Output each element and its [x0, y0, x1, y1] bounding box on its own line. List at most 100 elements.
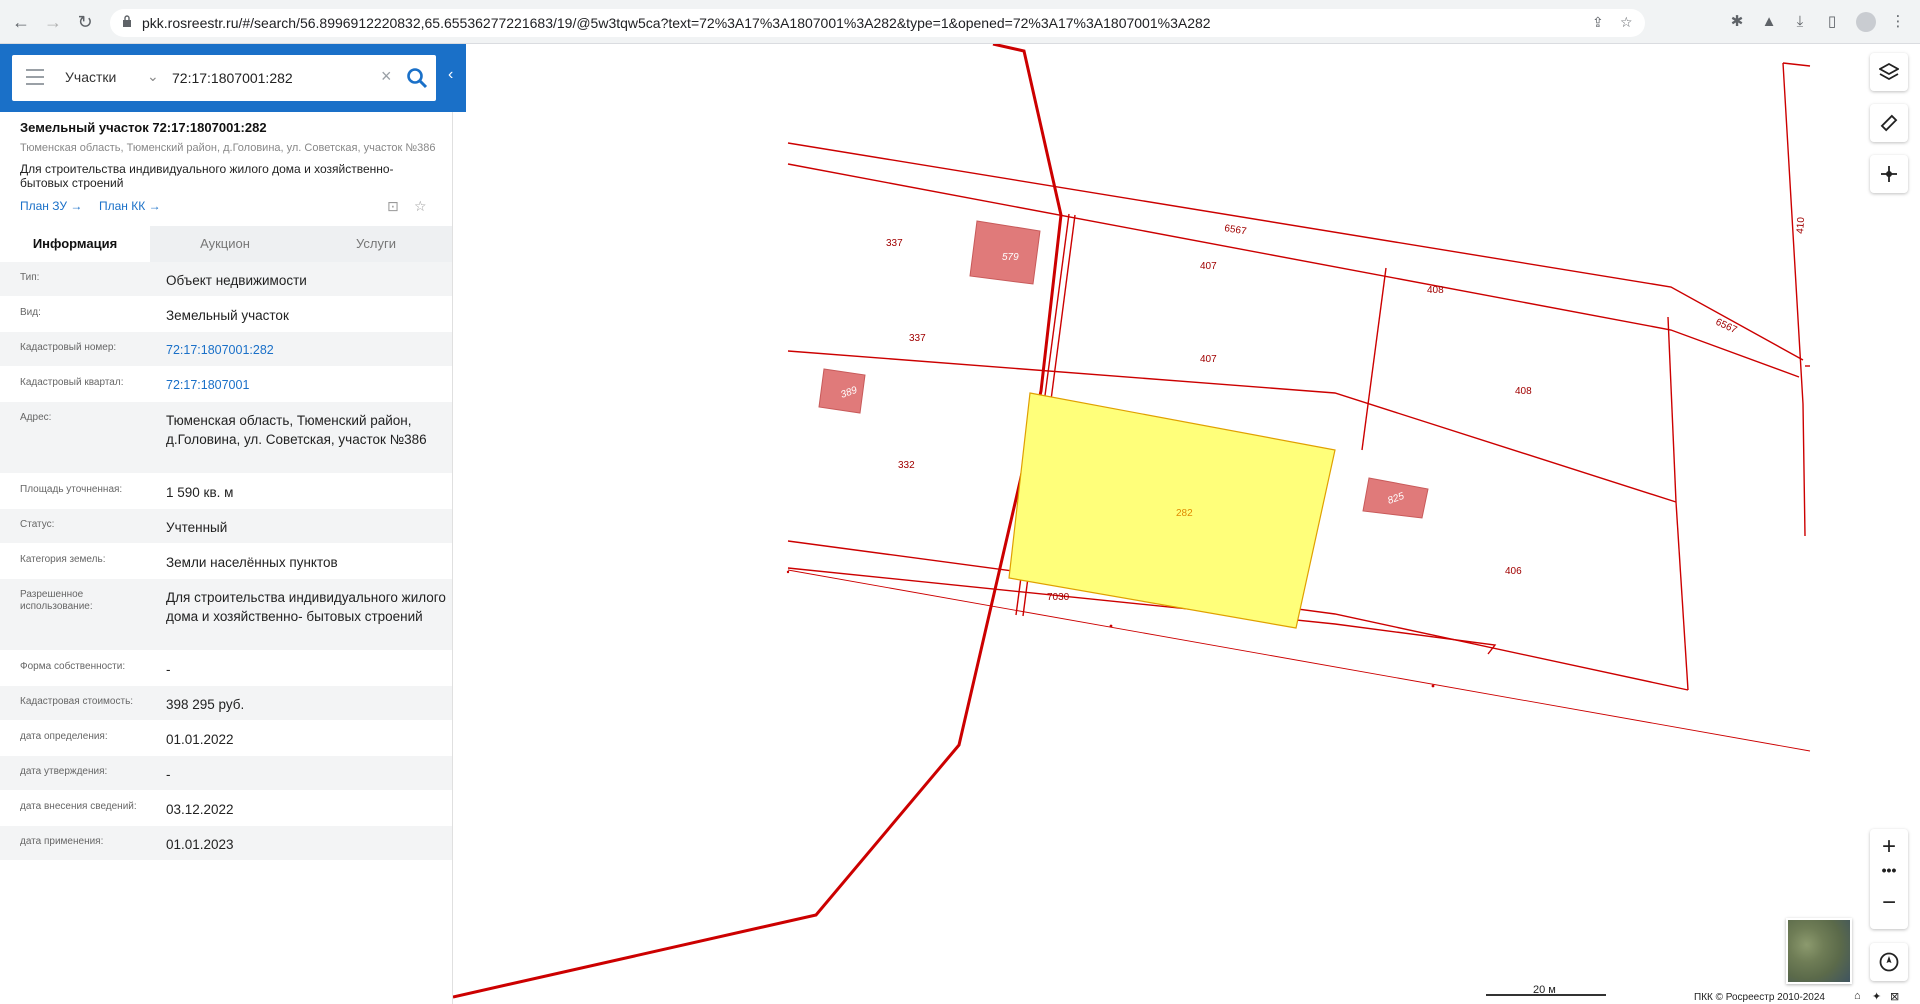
- tab-information[interactable]: Информация: [0, 226, 150, 262]
- chevron-down-icon[interactable]: ⌄: [147, 68, 159, 85]
- info-row-key: Тип:: [20, 272, 40, 283]
- more-icon[interactable]: •••: [1870, 862, 1908, 878]
- info-row-value: 01.01.2023: [166, 837, 234, 852]
- fullscreen-icon[interactable]: ⊠: [1890, 990, 1899, 1003]
- home-icon[interactable]: ⌂: [1854, 990, 1861, 1002]
- info-row-key: дата утверждения:: [20, 766, 108, 777]
- parcel-label-407: 407: [1200, 354, 1217, 365]
- browser-menu-icon[interactable]: ⋮: [1888, 12, 1908, 32]
- info-row-value: Для строительства индивидуального жилого…: [166, 590, 446, 624]
- search-box: Участки ⌄ ×: [12, 55, 436, 101]
- reload-icon[interactable]: ↻: [74, 11, 96, 33]
- info-row: дата определения: 01.01.2022: [0, 721, 452, 756]
- forward-icon[interactable]: →: [42, 11, 64, 33]
- plan-zu-link[interactable]: План ЗУ →: [20, 199, 82, 213]
- main-boundary-line: [453, 44, 1063, 999]
- parcel-label-337: 337: [909, 333, 926, 344]
- info-row-value: 1 590 кв. м: [166, 485, 234, 500]
- scale-label: 20 м: [1533, 984, 1556, 996]
- lock-icon: [123, 15, 131, 27]
- compass-icon: [1879, 952, 1899, 972]
- info-row-key: дата внесения сведений:: [20, 801, 137, 812]
- parcel-title: Земельный участок 72:17:1807001:282: [20, 120, 267, 135]
- compass-button[interactable]: [1870, 943, 1908, 981]
- profile-avatar[interactable]: [1856, 12, 1876, 32]
- info-row: Категория земель: Земли населённых пункто…: [0, 544, 452, 579]
- plan-kk-link[interactable]: План КК →: [99, 199, 161, 213]
- info-row-key: Вид:: [20, 307, 41, 318]
- extensions-icon[interactable]: ✱: [1727, 12, 1747, 32]
- share-icon[interactable]: ⇪: [1592, 14, 1604, 31]
- extension-flask-icon[interactable]: ▲: [1759, 12, 1779, 32]
- parcel-label-337: 337: [886, 238, 903, 249]
- search-icon[interactable]: [406, 67, 428, 89]
- info-row: Статус: Учтенный: [0, 509, 452, 544]
- browser-toolbar: ← → ↻ pkk.rosreestr.ru/#/search/56.89969…: [0, 0, 1920, 44]
- parcel-label-407: 407: [1200, 261, 1217, 272]
- layers-button[interactable]: [1870, 53, 1908, 91]
- url-text: pkk.rosreestr.ru/#/search/56.89969122208…: [142, 15, 1211, 31]
- download-icon[interactable]: ⤓: [1790, 12, 1810, 32]
- layers-icon: [1879, 62, 1899, 81]
- cadastral-map[interactable]: 337 337 332 407 407 408 408 406 282 6567…: [453, 44, 1920, 1004]
- boundary-line: [1782, 62, 1806, 537]
- info-row: Вид: Земельный участок: [0, 297, 452, 332]
- info-row-link[interactable]: 72:17:1807001: [166, 376, 446, 395]
- copyright-text: ПКК © Росреестр 2010-2024: [1694, 992, 1825, 1003]
- info-row: Адрес: Тюменская область, Тюменский район…: [0, 402, 452, 474]
- pin-icon[interactable]: ✦: [1872, 990, 1881, 1003]
- info-row-key: Статус:: [20, 519, 55, 530]
- search-input[interactable]: [170, 67, 370, 89]
- parcel-label-406: 406: [1505, 566, 1522, 577]
- ruler-icon: [1880, 114, 1898, 132]
- info-row-key: Кадастровая стоимость:: [20, 696, 134, 707]
- info-row: Кадастровый номер: 72:17:1807001:282: [0, 332, 452, 367]
- back-icon[interactable]: ←: [10, 11, 32, 33]
- clear-icon[interactable]: ×: [381, 66, 392, 87]
- building-label-579: 579: [1002, 252, 1019, 263]
- info-row: Форма собственности: -: [0, 651, 452, 686]
- info-row: Кадастровый квартал: 72:17:1807001: [0, 367, 452, 402]
- favorite-star-icon[interactable]: ☆: [414, 198, 430, 214]
- menu-icon[interactable]: [26, 69, 44, 85]
- info-row-value: Объект недвижимости: [166, 273, 307, 288]
- zoom-control: + ••• −: [1870, 829, 1908, 929]
- search-document-icon[interactable]: ⊡: [387, 198, 403, 214]
- bookmark-star-icon[interactable]: ☆: [1620, 14, 1633, 31]
- info-row-value: Учтенный: [166, 520, 228, 535]
- parcel-label-6567: 6567: [1714, 317, 1739, 337]
- satellite-minimap[interactable]: [1786, 918, 1852, 984]
- info-row: Разрешенное использование: Для строительс…: [0, 579, 452, 651]
- boundary-line: [1361, 267, 1387, 451]
- info-row-value: -: [166, 767, 171, 782]
- ruler-button[interactable]: [1870, 104, 1908, 142]
- parcel-label-7030: 7030: [1047, 592, 1070, 603]
- search-type-select[interactable]: Участки: [65, 69, 116, 85]
- address-bar[interactable]: pkk.rosreestr.ru/#/search/56.89969122208…: [110, 9, 1645, 37]
- parcel-label-6567: 6567: [1224, 223, 1248, 237]
- boundary-line: [1675, 501, 1689, 691]
- side-panel-icon[interactable]: ▯: [1822, 12, 1842, 32]
- tab-auction[interactable]: Аукцион: [150, 226, 300, 262]
- info-row-key: Разрешенное использование:: [20, 589, 93, 612]
- boundary-line: [1782, 62, 1811, 67]
- map-canvas[interactable]: 337 337 332 407 407 408 408 406 282 6567…: [453, 44, 1920, 1004]
- info-row-key: Категория земель:: [20, 554, 106, 565]
- info-row-key: дата определения:: [20, 731, 108, 742]
- info-row-value: 398 295 руб.: [166, 697, 245, 712]
- parcel-label-408: 408: [1427, 285, 1444, 296]
- zoom-in-button[interactable]: +: [1870, 833, 1908, 861]
- info-row-link[interactable]: 72:17:1807001:282: [166, 341, 446, 360]
- parcel-description: Для строительства индивидуального жилого…: [20, 162, 394, 190]
- info-row-value: Земли населённых пунктов: [166, 555, 338, 570]
- info-row-key: Форма собственности:: [20, 661, 126, 672]
- locate-button[interactable]: [1870, 155, 1908, 193]
- parcel-label-410: 410: [1795, 216, 1807, 234]
- search-bar: Участки ⌄ × ‹: [0, 44, 466, 112]
- info-row: дата внесения сведений: 03.12.2022: [0, 791, 452, 826]
- map-point: [786, 570, 790, 574]
- zoom-out-button[interactable]: −: [1870, 889, 1908, 917]
- parcel-label-408: 408: [1515, 386, 1532, 397]
- info-row-value: -: [166, 662, 171, 677]
- tab-services[interactable]: Услуги: [300, 226, 452, 262]
